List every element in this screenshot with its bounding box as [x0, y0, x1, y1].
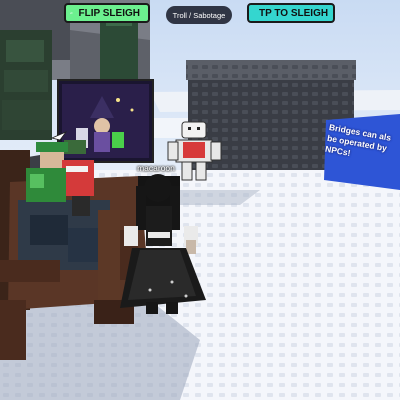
- mode-label: Troll / Sabotage: [172, 10, 226, 20]
- flip-arrow-icon: [70, 12, 73, 15]
- flip-sleigh-button[interactable]: FLIP SLEIGH: [64, 3, 150, 23]
- flip-sleigh-label: FLIP SLEIGH: [78, 7, 141, 19]
- game-viewport: [0, 0, 400, 400]
- tree-block: [100, 20, 138, 82]
- troll-sabotage-mode-button[interactable]: Troll / Sabotage: [166, 6, 232, 24]
- tp-to-sleigh-button[interactable]: TP TO SLEIGH: [247, 3, 335, 23]
- tp-to-sleigh-label: TP TO SLEIGH: [259, 7, 329, 19]
- player-nametag: macaroon: [137, 163, 175, 173]
